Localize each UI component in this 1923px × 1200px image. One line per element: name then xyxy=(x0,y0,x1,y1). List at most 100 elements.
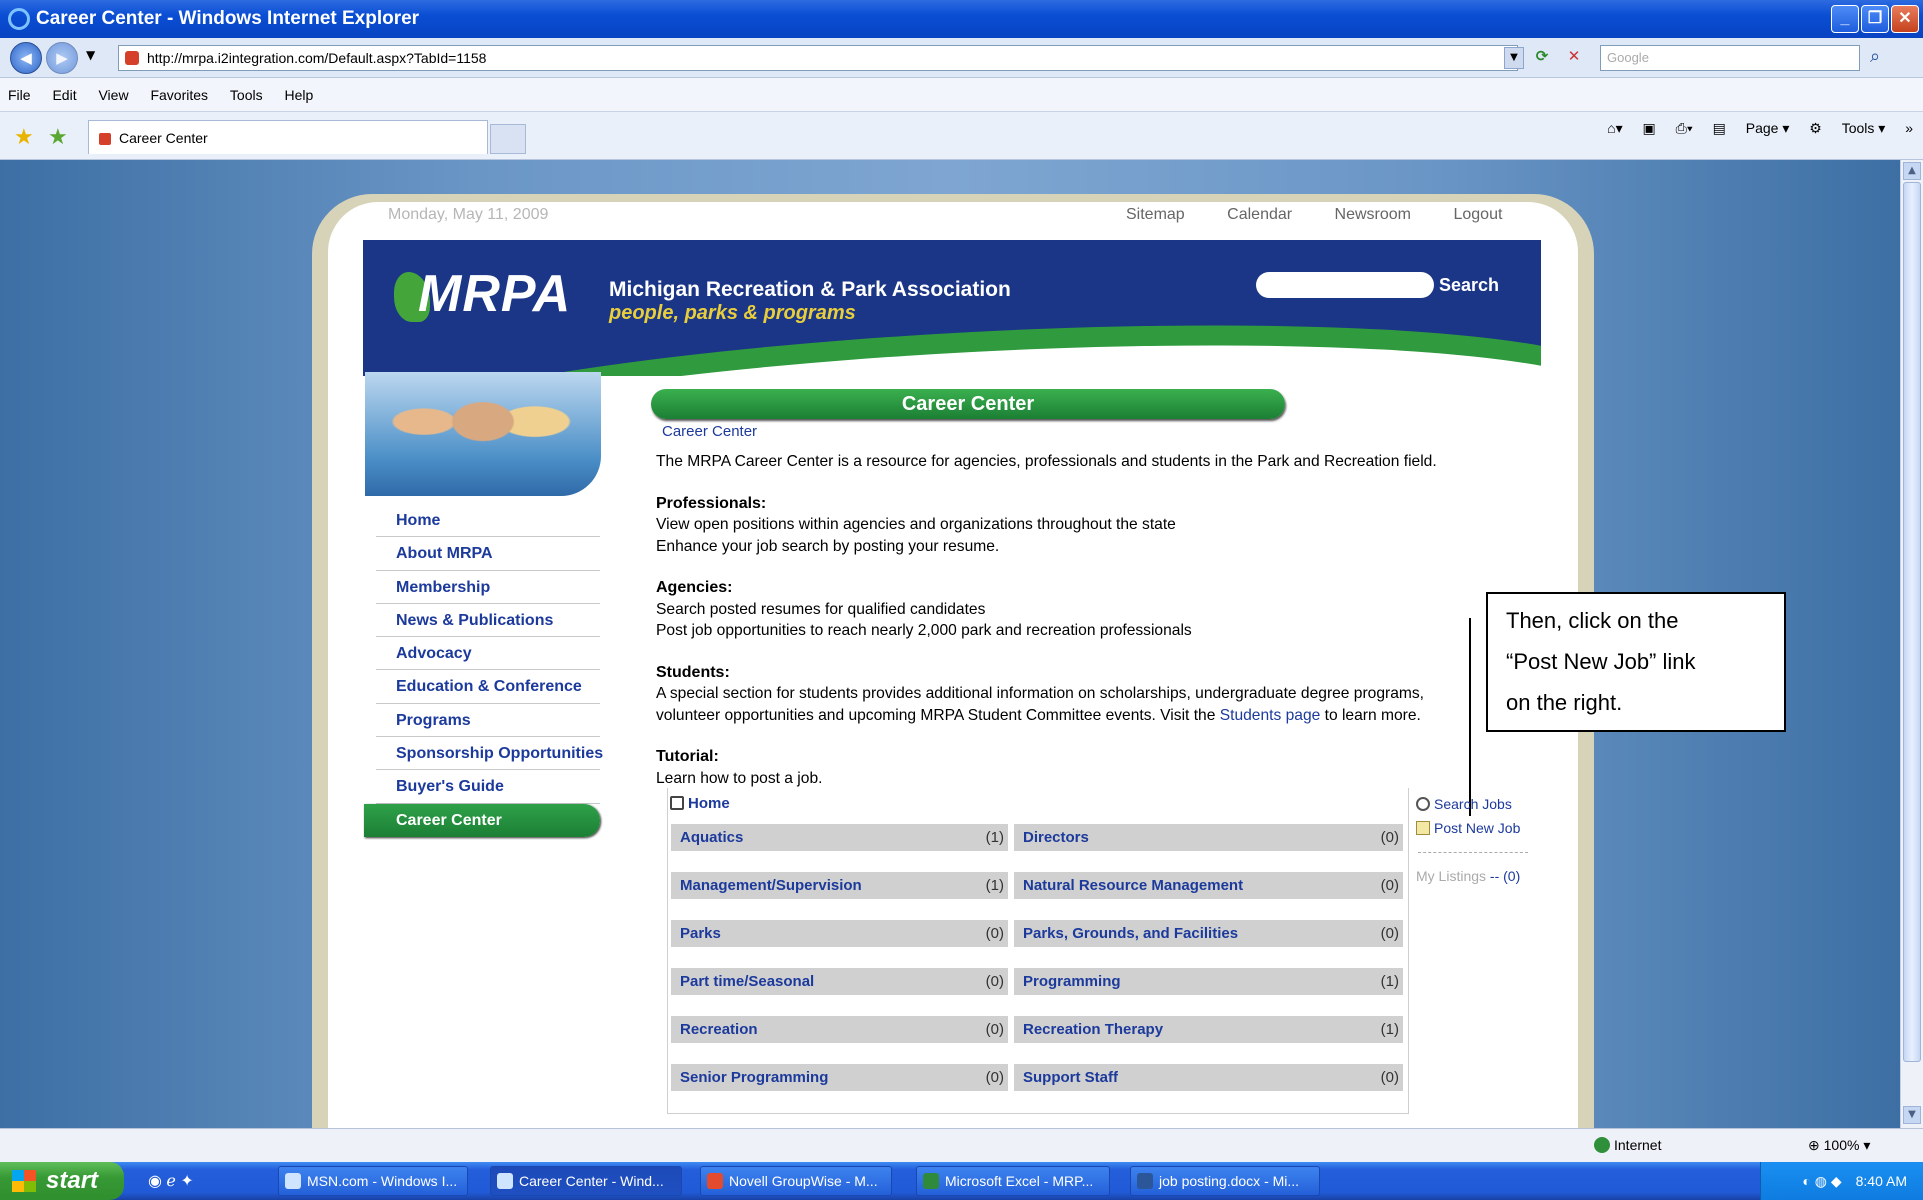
window-title-bar[interactable]: Career Center - Windows Internet Explore… xyxy=(0,0,1923,38)
job-category-natural-resource[interactable]: Natural Resource Management (0) xyxy=(1014,872,1403,899)
students-page-link[interactable]: Students page xyxy=(1220,707,1321,724)
refresh-icon[interactable]: ⟳ xyxy=(1530,47,1554,69)
stop-icon[interactable]: ✕ xyxy=(1562,47,1586,69)
nav-item-education-conference[interactable]: Education & Conference xyxy=(376,670,600,704)
link-calendar[interactable]: Calendar xyxy=(1227,206,1292,223)
job-category-recreation[interactable]: Recreation (0) xyxy=(671,1016,1008,1043)
nav-item-about-mrpa[interactable]: About MRPA xyxy=(376,537,600,571)
site-search-button[interactable]: Search xyxy=(1439,275,1499,296)
scroll-up-icon[interactable]: ▲ xyxy=(1903,162,1921,180)
job-category-programming[interactable]: Programming (1) xyxy=(1014,968,1403,995)
menu-edit[interactable]: Edit xyxy=(52,87,76,103)
scroll-down-icon[interactable]: ▼ xyxy=(1903,1106,1921,1124)
kids-photo xyxy=(365,372,601,496)
menu-file[interactable]: File xyxy=(8,87,31,103)
nav-item-career-center[interactable]: Career Center xyxy=(364,803,600,837)
feeds-icon[interactable]: ▣ xyxy=(1643,120,1656,136)
forward-button[interactable]: ▶ xyxy=(46,42,78,74)
job-category-parks-grounds[interactable]: Parks, Grounds, and Facilities (0) xyxy=(1014,920,1403,947)
org-name: Michigan Recreation & Park Association xyxy=(609,278,1011,301)
tab-career-center[interactable]: Career Center xyxy=(88,120,488,154)
tutorial-heading: Tutorial: xyxy=(656,748,719,765)
menu-favorites[interactable]: Favorites xyxy=(150,87,208,103)
taskbar-item-groupwise[interactable]: Novell GroupWise - M... xyxy=(700,1166,892,1196)
job-category-support-staff[interactable]: Support Staff (0) xyxy=(1014,1064,1403,1091)
job-category-directors[interactable]: Directors (0) xyxy=(1014,824,1403,851)
link-logout[interactable]: Logout xyxy=(1453,206,1502,223)
zoom-level[interactable]: ⊕ 100% ▾ xyxy=(1808,1137,1870,1154)
job-category-parks[interactable]: Parks (0) xyxy=(671,920,1008,947)
menu-tools[interactable]: Tools xyxy=(230,87,263,103)
nav-item-sponsorship[interactable]: Sponsorship Opportunities xyxy=(376,737,603,771)
scroll-thumb[interactable] xyxy=(1903,182,1921,1062)
page-menu-button[interactable]: ▤ Page ▾ xyxy=(1713,120,1790,136)
link-newsroom[interactable]: Newsroom xyxy=(1335,206,1411,223)
chevron-more-icon[interactable]: » xyxy=(1905,120,1913,136)
taskbar-item-career-center[interactable]: Career Center - Wind... xyxy=(490,1166,682,1196)
search-input[interactable]: Google xyxy=(1600,45,1860,71)
link-sitemap[interactable]: Sitemap xyxy=(1126,206,1185,223)
vertical-scrollbar[interactable]: ▲ ▼ xyxy=(1900,160,1923,1128)
taskbar-item-excel[interactable]: Microsoft Excel - MRP... xyxy=(916,1166,1110,1196)
window-title: Career Center - Windows Internet Explore… xyxy=(36,8,420,29)
print-icon[interactable]: ⎙▾ xyxy=(1676,120,1693,136)
minimize-button[interactable]: _ xyxy=(1831,5,1859,33)
tools-menu-button[interactable]: ⚙ Tools ▾ xyxy=(1809,120,1885,136)
tab-favicon-icon xyxy=(99,133,111,145)
add-favorite-icon[interactable]: ★ xyxy=(48,124,68,150)
start-button[interactable]: start xyxy=(0,1162,124,1200)
tagline: people, parks & programs xyxy=(609,302,856,324)
favorites-star-icon[interactable]: ★ xyxy=(14,124,34,150)
groupwise-icon xyxy=(707,1173,723,1189)
job-category-senior-programming[interactable]: Senior Programming (0) xyxy=(671,1064,1008,1091)
job-category-management[interactable]: Management/Supervision (1) xyxy=(671,872,1008,899)
security-zone: Internet xyxy=(1594,1137,1661,1153)
maximize-button[interactable]: ❐ xyxy=(1861,5,1889,33)
tray-icons[interactable]: ◐ ◍ ◆ xyxy=(1802,1173,1841,1189)
post-new-job-link[interactable]: Post New Job xyxy=(1416,816,1520,840)
nav-item-news-publications[interactable]: News & Publications xyxy=(376,604,600,638)
url-field[interactable]: http://mrpa.i2integration.com/Default.as… xyxy=(118,45,1518,71)
excel-icon xyxy=(923,1173,939,1189)
nav-item-buyers-guide[interactable]: Buyer's Guide xyxy=(376,770,600,804)
site-search-input[interactable] xyxy=(1256,272,1434,298)
history-dropdown-icon[interactable]: ▼ xyxy=(86,48,95,62)
search-jobs-link[interactable]: Search Jobs xyxy=(1416,792,1520,816)
close-button[interactable]: ✕ xyxy=(1891,5,1919,33)
breadcrumb[interactable]: Career Center xyxy=(662,423,757,440)
mrpa-logo[interactable]: MRPA xyxy=(394,264,571,324)
nav-item-programs[interactable]: Programs xyxy=(376,704,600,738)
top-links: Sitemap Calendar Newsroom Logout xyxy=(1126,206,1540,224)
professionals-heading: Professionals: xyxy=(656,494,767,512)
magnifier-icon xyxy=(1416,797,1430,811)
nav-item-membership[interactable]: Membership xyxy=(376,571,600,604)
taskbar-item-word[interactable]: job posting.docx - Mi... xyxy=(1130,1166,1320,1196)
instruction-callout: Then, click on the “Post New Job” link o… xyxy=(1486,592,1786,732)
quick-launch-icon[interactable]: ◉ ℯ ✦ xyxy=(148,1171,194,1191)
job-side-links: Search Jobs Post New Job xyxy=(1416,792,1520,840)
back-button[interactable]: ◀ xyxy=(10,42,42,74)
job-category-recreation-therapy[interactable]: Recreation Therapy (1) xyxy=(1014,1016,1403,1043)
jobs-home-link[interactable]: Home xyxy=(670,795,730,812)
nav-item-advocacy[interactable]: Advocacy xyxy=(376,637,600,671)
menu-help[interactable]: Help xyxy=(285,87,314,103)
career-center-content: The MRPA Career Center is a resource for… xyxy=(656,451,1536,789)
word-icon xyxy=(1137,1173,1153,1189)
site-header: MRPA Michigan Recreation & Park Associat… xyxy=(363,240,1541,376)
zoom-icon: ⊕ xyxy=(1808,1137,1820,1153)
search-go-icon[interactable]: ⌕ xyxy=(1870,46,1880,67)
job-category-part-time[interactable]: Part time/Seasonal (0) xyxy=(671,968,1008,995)
ie-icon xyxy=(285,1173,301,1189)
tutorial-line[interactable]: Learn how to post a job. xyxy=(656,768,1536,790)
my-listings[interactable]: My Listings -- (0) xyxy=(1416,868,1520,884)
agencies-line: Search posted resumes for qualified cand… xyxy=(656,600,986,618)
url-dropdown-icon[interactable]: ▼ xyxy=(1504,47,1524,69)
taskbar-item-msn[interactable]: MSN.com - Windows I... xyxy=(278,1166,468,1196)
nav-item-home[interactable]: Home xyxy=(376,504,600,538)
new-tab-button[interactable] xyxy=(490,124,526,154)
command-bar: ⌂▾ ▣ ⎙▾ ▤ Page ▾ ⚙ Tools ▾ » xyxy=(1591,120,1913,137)
menu-view[interactable]: View xyxy=(98,87,128,103)
job-category-aquatics[interactable]: Aquatics (1) xyxy=(671,824,1008,851)
home-icon[interactable]: ⌂▾ xyxy=(1607,120,1622,136)
callout-pointer-line xyxy=(1469,618,1471,816)
